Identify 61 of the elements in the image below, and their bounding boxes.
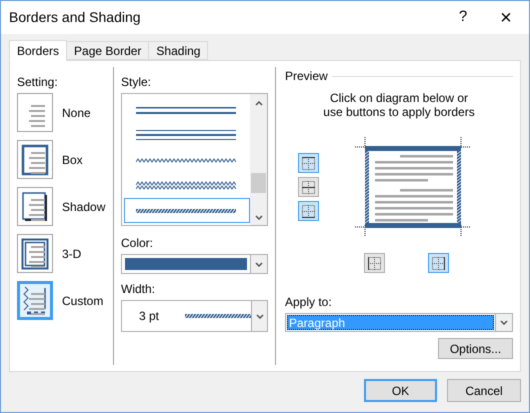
line-style-icon xyxy=(136,156,236,164)
border-edge-icon xyxy=(302,156,315,170)
border-edge-icon xyxy=(432,256,445,270)
apply-to-value: Paragraph xyxy=(287,315,494,330)
color-label: Color: xyxy=(121,235,154,252)
color-dropdown[interactable] xyxy=(121,254,268,274)
help-button[interactable]: ? xyxy=(443,2,483,32)
dropdown-caret[interactable] xyxy=(250,255,267,273)
scroll-up-icon xyxy=(254,101,262,106)
style-list[interactable] xyxy=(121,93,268,226)
border-toggle-button[interactable] xyxy=(364,253,385,273)
window-title: Borders and Shading xyxy=(8,8,142,27)
border-toggle-button[interactable] xyxy=(298,201,319,221)
ok-button[interactable]: OK xyxy=(364,379,437,402)
setting-option[interactable] xyxy=(17,140,53,179)
preview-title: Preview xyxy=(285,68,328,85)
scroll-thumb[interactable] xyxy=(251,173,266,193)
border-toggle-button[interactable] xyxy=(298,177,319,197)
caret-icon xyxy=(256,314,264,318)
options-button[interactable]: Options... xyxy=(438,338,513,359)
dropdown-caret[interactable] xyxy=(251,301,267,331)
setting-option-label: Box xyxy=(62,152,83,168)
width-label: Width: xyxy=(121,281,156,298)
border-edge-icon xyxy=(302,204,315,218)
width-sample-icon xyxy=(185,314,252,318)
dropdown-caret[interactable] xyxy=(495,314,512,331)
scroll-down-icon xyxy=(254,215,262,220)
close-button[interactable]: × xyxy=(483,2,529,32)
style-option[interactable] xyxy=(124,198,250,223)
caret-icon xyxy=(500,320,508,325)
border-toggle-button[interactable] xyxy=(298,153,319,173)
tab[interactable]: Page Border xyxy=(66,41,150,60)
setting-option[interactable] xyxy=(17,187,53,226)
preview-instruction: Click on diagram below or use buttons to apply borders xyxy=(323,91,475,119)
page-border-icon xyxy=(21,238,49,270)
setting-option[interactable] xyxy=(17,234,53,273)
caret-icon xyxy=(255,262,263,266)
cancel-button[interactable]: Cancel xyxy=(447,379,521,402)
page-border-icon xyxy=(21,284,49,316)
line-style-icon xyxy=(136,128,236,142)
preview-drawing[interactable] xyxy=(353,137,473,237)
border-edge-icon xyxy=(368,256,381,270)
tab[interactable]: Shading xyxy=(148,41,208,60)
setting-label: Setting: xyxy=(17,74,59,91)
page-border-icon xyxy=(21,190,49,222)
style-label: Style: xyxy=(121,74,152,91)
setting-option-label: 3-D xyxy=(62,246,82,262)
border-edge-icon xyxy=(302,180,315,194)
width-dropdown[interactable]: 3 pt xyxy=(121,300,268,332)
page-border-icon xyxy=(21,144,49,176)
line-style-icon xyxy=(136,208,236,214)
line-style-icon xyxy=(136,106,236,116)
apply-to-label: Apply to: xyxy=(285,294,333,311)
width-value: 3 pt xyxy=(138,308,160,325)
scrollbar[interactable] xyxy=(250,94,267,225)
setting-option-label: None xyxy=(62,104,91,122)
setting-option-label: Custom xyxy=(62,292,104,310)
tab[interactable]: Borders xyxy=(9,40,68,61)
border-toggle-button[interactable] xyxy=(428,253,449,273)
setting-option-label: Shadow xyxy=(62,198,106,216)
line-style-icon xyxy=(136,180,236,190)
